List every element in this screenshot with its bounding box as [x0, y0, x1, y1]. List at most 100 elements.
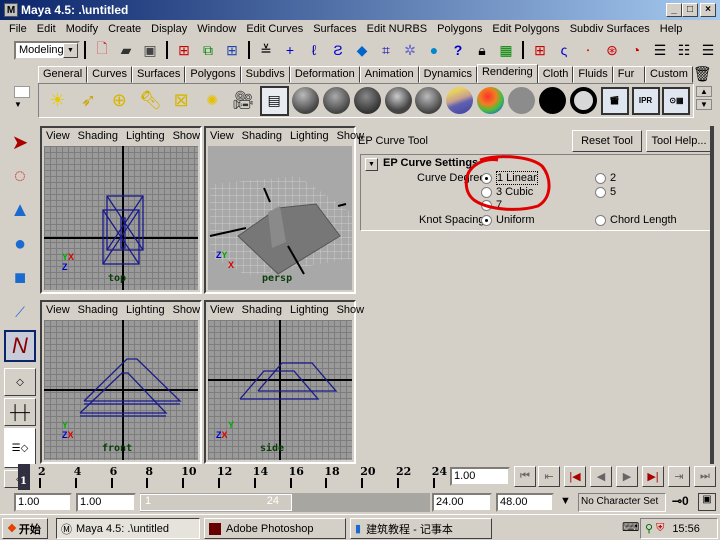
radio[interactable] [595, 214, 606, 226]
select-handles-icon[interactable]: + [279, 40, 301, 60]
snap-point-icon[interactable]: ⸱ [577, 40, 599, 60]
shelf-editor-icon[interactable] [14, 86, 30, 98]
collapse-icon[interactable]: ▼ [365, 158, 378, 171]
step-forward-key-button[interactable]: ⇥ [668, 466, 690, 487]
menu-modify[interactable]: Modify [61, 23, 103, 35]
select-misc-icon[interactable]: ? [447, 40, 469, 60]
phong-material-icon[interactable] [353, 86, 382, 116]
select-curves-icon[interactable]: Ƨ [327, 40, 349, 60]
menu-set-dropdown[interactable]: Modeling ▼ [14, 40, 80, 60]
character-set-field[interactable]: No Character Set [578, 493, 666, 512]
lock-icon[interactable]: 🔒︎ [471, 40, 493, 60]
tab-dynamics[interactable]: Dynamics [418, 66, 477, 83]
maximize-button[interactable]: □ [682, 3, 698, 17]
tab-fur[interactable]: Fur [612, 66, 646, 83]
ep-curve-tool-icon[interactable]: N [4, 330, 36, 362]
go-to-start-button[interactable]: ⏮ [514, 466, 536, 487]
start-button[interactable]: ❖ 开始 [2, 518, 48, 539]
construction-history-icon[interactable]: ☰ [649, 40, 671, 60]
ramp-shader-icon[interactable] [476, 86, 505, 116]
menu-subdiv-surfaces[interactable]: Subdiv Surfaces [565, 23, 655, 35]
snap-curve-icon[interactable]: ς [553, 40, 575, 60]
hypershade-icon[interactable]: ▤ [259, 85, 289, 116]
ipr-icon[interactable]: IPR [631, 86, 660, 116]
tab-rendering[interactable]: Rendering [476, 64, 538, 84]
task-maya[interactable]: Ⓜ Maya 4.5: .\untitled [56, 518, 200, 539]
select-surfaces-icon[interactable]: ◆ [351, 40, 373, 60]
security-shield-icon[interactable]: ⛨ [656, 522, 664, 535]
camera-icon[interactable]: 🎥︎ [229, 86, 258, 116]
shelf-scroll[interactable]: ▲ ▼ [696, 86, 712, 116]
select-joints-icon[interactable]: ℓ [303, 40, 325, 60]
current-time-field[interactable]: 1.00 [450, 467, 510, 486]
ambient-light-icon[interactable]: ☀ [43, 86, 72, 116]
viewport-menu-show[interactable]: Show [173, 130, 201, 142]
shelf-menu[interactable]: ▼ [14, 86, 36, 116]
step-back-key-button[interactable]: ⇤ [538, 466, 560, 487]
viewport-canvas-side[interactable]: Y ZX side [208, 320, 352, 460]
menu-edit-polygons[interactable]: Edit Polygons [487, 23, 564, 35]
radio[interactable] [595, 186, 606, 198]
menu-edit-nurbs[interactable]: Edit NURBS [362, 23, 433, 35]
viewport-menu-view[interactable]: View [210, 304, 234, 316]
select-object-icon[interactable]: ⧉ [197, 40, 219, 60]
blinn-material-icon[interactable] [322, 86, 351, 116]
tab-polygons[interactable]: Polygons [185, 66, 241, 83]
surface-shader-icon[interactable] [507, 86, 536, 116]
select-tool-icon[interactable]: ➤ [4, 126, 36, 158]
viewport-canvas-top[interactable]: YX Z top [44, 146, 198, 290]
show-manipulator-icon[interactable]: ⟋ [4, 296, 36, 328]
menu-file[interactable]: File [4, 23, 32, 35]
network-icon[interactable]: ⚲ [645, 522, 653, 535]
shading-map-icon[interactable] [569, 86, 598, 116]
tab-deformation[interactable]: Deformation [289, 66, 360, 83]
viewport-canvas-front[interactable]: Y ZX front [44, 320, 198, 460]
play-forwards-button[interactable]: ▶ [616, 466, 638, 487]
viewport-menu-view[interactable]: View [46, 304, 70, 316]
viewport-menu-view[interactable]: View [210, 130, 234, 142]
scale-tool-icon[interactable]: ■ [4, 262, 36, 294]
viewport-menu-shading[interactable]: Shading [242, 304, 282, 316]
start-time-field[interactable]: 1.00 [14, 493, 72, 512]
menu-polygons[interactable]: Polygons [432, 23, 487, 35]
snap-view-plane-icon[interactable]: ⊛ [601, 40, 623, 60]
play-backwards-button[interactable]: ◀ [590, 466, 612, 487]
playback-end-field[interactable]: 24.00 [432, 493, 492, 512]
tab-fluids[interactable]: Fluids [573, 66, 613, 83]
keyboard-icon[interactable]: ⌨ [622, 520, 639, 534]
playback-start-field[interactable]: 1.00 [76, 493, 136, 512]
snap-grid-icon[interactable]: ⊞ [529, 40, 551, 60]
tab-cloth[interactable]: Cloth [537, 66, 574, 83]
use-background-icon[interactable] [538, 86, 567, 116]
range-slider-track[interactable]: 1 24 [140, 493, 430, 512]
viewport-menu-lighting[interactable]: Lighting [126, 304, 165, 316]
menu-surfaces[interactable]: Surfaces [308, 23, 361, 35]
move-tool-icon[interactable]: ▲ [4, 194, 36, 226]
viewport-menu-lighting[interactable]: Lighting [290, 304, 329, 316]
render-view-icon[interactable]: 🎬︎ [600, 86, 629, 116]
auto-key-icon[interactable]: ⊸0 [672, 494, 689, 508]
tab-general[interactable]: General [38, 66, 88, 83]
viewport-menu-shading[interactable]: Shading [242, 130, 282, 142]
radio[interactable] [595, 172, 606, 184]
current-frame-marker[interactable]: 1 [18, 464, 30, 490]
tab-custom[interactable]: Custom [645, 66, 693, 83]
select-deformations-icon[interactable]: ⌗ [375, 40, 397, 60]
viewport-persp[interactable]: View Shading Lighting Show ZY X persp [204, 126, 364, 294]
step-back-frame-button[interactable]: |◀ [564, 466, 586, 487]
time-slider[interactable]: 1 2 4 6 8 10 12 14 16 18 20 22 24 [18, 464, 448, 490]
close-button[interactable]: × [700, 3, 716, 17]
open-scene-icon[interactable]: ▰ [115, 40, 137, 60]
degree-option-5[interactable]: 5 [595, 186, 616, 198]
select-dynamics-icon[interactable]: ✲ [399, 40, 421, 60]
anisotropic-material-icon[interactable] [415, 86, 444, 116]
batch-render-icon[interactable]: ⊙▦ [662, 86, 691, 116]
volume-light-icon[interactable]: ✺ [198, 86, 227, 116]
make-live-icon[interactable]: ◔ [625, 40, 647, 60]
ipr-render-icon[interactable]: ☰ [697, 40, 719, 60]
end-time-field[interactable]: 48.00 [496, 493, 554, 512]
task-photoshop[interactable]: Adobe Photoshop [204, 518, 346, 539]
menu-edit[interactable]: Edit [32, 23, 61, 35]
knot-option-uniform[interactable]: Uniform [481, 214, 535, 226]
viewport-menu-show[interactable]: Show [173, 304, 201, 316]
